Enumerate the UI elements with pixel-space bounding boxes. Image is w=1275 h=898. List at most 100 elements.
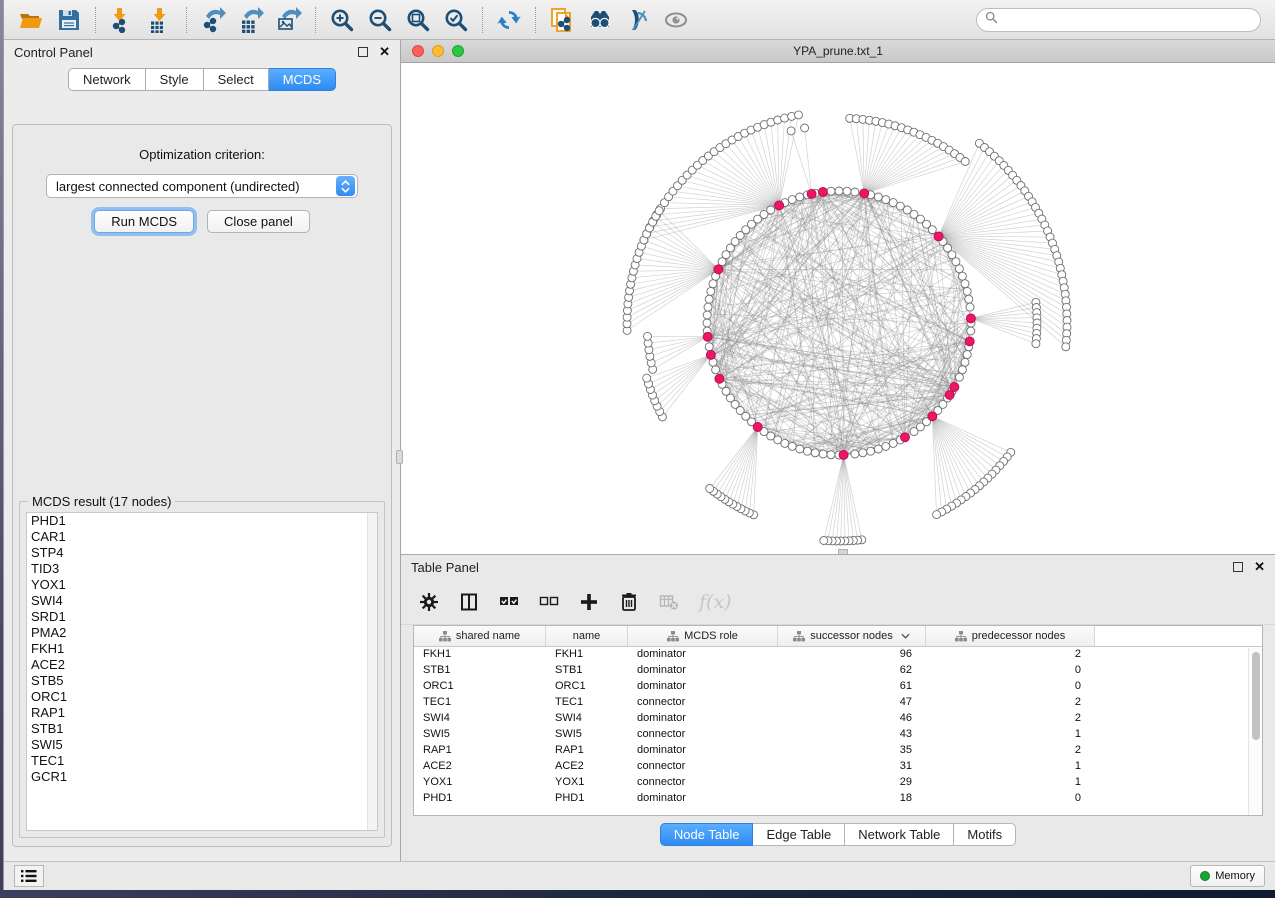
table-cell: connector — [628, 727, 778, 743]
mcds-result-item[interactable]: TEC1 — [27, 753, 377, 769]
table-row-SWI4[interactable]: SWI4SWI4dominator462 — [414, 711, 1262, 727]
close-table-panel-icon[interactable]: ✕ — [1254, 562, 1265, 572]
mcds-result-item[interactable]: PHD1 — [27, 513, 377, 529]
select-all-icon[interactable] — [499, 592, 519, 612]
import-table-icon[interactable] — [141, 4, 179, 36]
column-header-predecessor-nodes[interactable]: predecessor nodes — [926, 626, 1095, 646]
column-header-MCDS-role[interactable]: MCDS role — [628, 626, 778, 646]
close-panel-button[interactable]: Close panel — [207, 210, 310, 233]
import-network-icon[interactable] — [103, 4, 141, 36]
table-row-ORC1[interactable]: ORC1ORC1dominator610 — [414, 679, 1262, 695]
horizontal-splitter-grip[interactable] — [838, 549, 848, 554]
mcds-result-list[interactable]: PHD1CAR1STP4TID3YOX1SWI4SRD1PMA2FKH1ACE2… — [26, 512, 378, 831]
zoom-fit-icon[interactable] — [399, 4, 437, 36]
table-row-YOX1[interactable]: YOX1YOX1connector291 — [414, 775, 1262, 791]
delete-column-icon[interactable] — [619, 592, 639, 612]
export-table-icon[interactable] — [232, 4, 270, 36]
tab-motifs[interactable]: Motifs — [954, 823, 1016, 846]
column-header-name[interactable]: name — [546, 626, 628, 646]
vertical-splitter-grip[interactable] — [396, 450, 403, 464]
table-cell — [1095, 759, 1262, 775]
table-row-SWI5[interactable]: SWI5SWI5connector431 — [414, 727, 1262, 743]
table-cell: STB1 — [414, 663, 546, 679]
open-file-icon[interactable] — [12, 4, 50, 36]
run-mcds-button[interactable]: Run MCDS — [94, 210, 194, 233]
tab-style[interactable]: Style — [146, 68, 204, 91]
export-image-icon[interactable] — [270, 4, 308, 36]
function-builder-icon: f(x) — [699, 591, 732, 613]
table-settings-gear-icon[interactable] — [419, 592, 439, 612]
table-cell: TEC1 — [414, 695, 546, 711]
zoom-out-icon[interactable] — [361, 4, 399, 36]
tab-edge-table[interactable]: Edge Table — [753, 823, 845, 846]
mcds-tab-pane: Optimization criterion: largest connecte… — [12, 124, 392, 847]
show-columns-icon[interactable] — [459, 592, 479, 612]
mcds-result-item[interactable]: SWI4 — [27, 593, 377, 609]
mcds-result-item[interactable]: FKH1 — [27, 641, 377, 657]
window-zoom-traffic-icon[interactable] — [452, 45, 464, 57]
network-list-icon[interactable] — [14, 865, 44, 887]
mcds-result-item[interactable]: CAR1 — [27, 529, 377, 545]
refresh-icon[interactable] — [490, 4, 528, 36]
table-cell: STB1 — [546, 663, 628, 679]
table-scrollbar[interactable] — [1248, 648, 1262, 815]
mcds-list-scrollbar[interactable] — [367, 513, 377, 830]
tab-select[interactable]: Select — [204, 68, 269, 91]
table-cell: FKH1 — [546, 647, 628, 663]
network-window-titlebar[interactable]: YPA_prune.txt_1 — [401, 40, 1275, 63]
mcds-result-item[interactable]: STB5 — [27, 673, 377, 689]
search-box[interactable] — [976, 8, 1261, 32]
window-close-traffic-icon[interactable] — [412, 45, 424, 57]
export-network-icon[interactable] — [194, 4, 232, 36]
mcds-result-item[interactable]: STB1 — [27, 721, 377, 737]
table-cell: SWI5 — [414, 727, 546, 743]
table-row-RAP1[interactable]: RAP1RAP1dominator352 — [414, 743, 1262, 759]
float-table-panel-icon[interactable] — [1233, 562, 1243, 572]
column-header-successor-nodes[interactable]: successor nodes — [778, 626, 926, 646]
network-canvas[interactable] — [401, 63, 1275, 554]
mcds-result-item[interactable]: ACE2 — [27, 657, 377, 673]
table-row-STB1[interactable]: STB1STB1dominator620 — [414, 663, 1262, 679]
hide-graphics-icon[interactable] — [619, 4, 657, 36]
add-column-icon[interactable] — [579, 592, 599, 612]
mcds-result-item[interactable]: SWI5 — [27, 737, 377, 753]
mcds-result-item[interactable]: RAP1 — [27, 705, 377, 721]
mcds-result-item[interactable]: STP4 — [27, 545, 377, 561]
zoom-in-icon[interactable] — [323, 4, 361, 36]
mcds-result-item[interactable]: GCR1 — [27, 769, 377, 785]
table-cell: 96 — [778, 647, 926, 663]
memory-button[interactable]: Memory — [1190, 865, 1265, 887]
table-cell: 61 — [778, 679, 926, 695]
table-cell — [1095, 647, 1262, 663]
criterion-dropdown[interactable]: largest connected component (undirected) — [46, 174, 358, 198]
search-input[interactable] — [998, 10, 1260, 30]
table-row-ACE2[interactable]: ACE2ACE2connector311 — [414, 759, 1262, 775]
control-panel-tabs: NetworkStyleSelectMCDS — [4, 68, 400, 91]
save-session-icon[interactable] — [50, 4, 88, 36]
table-row-TEC1[interactable]: TEC1TEC1connector472 — [414, 695, 1262, 711]
table-row-PHD1[interactable]: PHD1PHD1dominator180 — [414, 791, 1262, 807]
table-cell — [1095, 775, 1262, 791]
float-window-icon[interactable] — [358, 47, 368, 57]
mcds-result-item[interactable]: SRD1 — [27, 609, 377, 625]
table-cell: 0 — [926, 679, 1095, 695]
tab-node-table[interactable]: Node Table — [660, 823, 754, 846]
table-row-FKH1[interactable]: FKH1FKH1dominator962 — [414, 647, 1262, 663]
tab-mcds[interactable]: MCDS — [269, 68, 336, 91]
show-eye-icon[interactable] — [657, 4, 695, 36]
column-header-shared-name[interactable]: shared name — [414, 626, 546, 646]
clone-network-icon[interactable] — [543, 4, 581, 36]
close-panel-icon[interactable]: ✕ — [379, 47, 390, 57]
mcds-result-item[interactable]: PMA2 — [27, 625, 377, 641]
mcds-result-item[interactable]: YOX1 — [27, 577, 377, 593]
tab-network[interactable]: Network — [68, 68, 146, 91]
table-scrollbar-thumb[interactable] — [1252, 652, 1260, 740]
zoom-selected-icon[interactable] — [437, 4, 475, 36]
mcds-result-item[interactable]: TID3 — [27, 561, 377, 577]
binoculars-icon[interactable] — [581, 4, 619, 36]
tab-network-table[interactable]: Network Table — [845, 823, 954, 846]
deselect-all-icon[interactable] — [539, 592, 559, 612]
mcds-result-item[interactable]: ORC1 — [27, 689, 377, 705]
window-minimize-traffic-icon[interactable] — [432, 45, 444, 57]
table-cell: RAP1 — [546, 743, 628, 759]
